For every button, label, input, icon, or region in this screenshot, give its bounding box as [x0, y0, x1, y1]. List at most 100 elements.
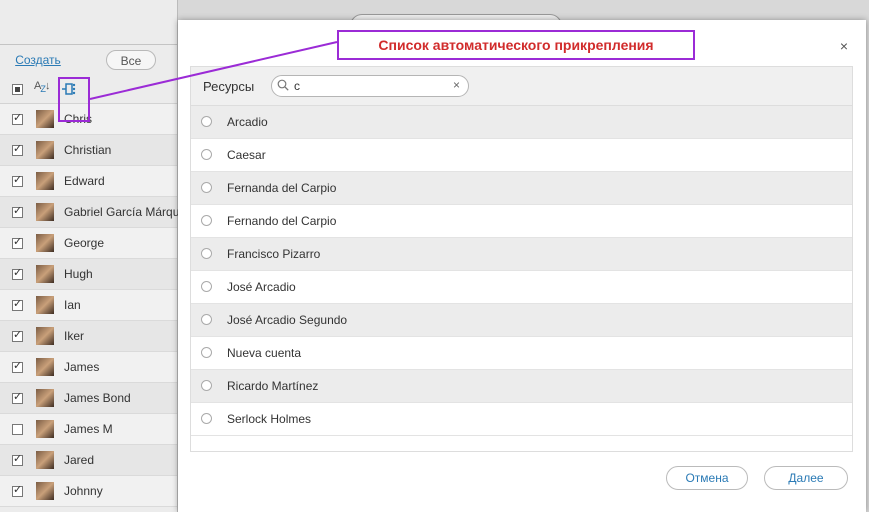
- resource-checkbox[interactable]: [12, 297, 23, 311]
- resource-checkbox[interactable]: [12, 328, 23, 342]
- annotation-callout: Список автоматического прикрепления: [337, 30, 695, 60]
- option-radio[interactable]: [201, 281, 212, 292]
- avatar: [36, 482, 54, 500]
- resource-name: Jared: [64, 453, 95, 467]
- resource-checkbox[interactable]: [12, 142, 23, 156]
- filter-label: Ресурсы: [203, 79, 255, 94]
- resource-list: ChrisChristianEdwardGabriel García Márqu…: [0, 104, 192, 507]
- option-radio[interactable]: [201, 215, 212, 226]
- resource-name: Edward: [64, 174, 105, 188]
- option-label: Fernanda del Carpio: [227, 181, 337, 195]
- sidebar-actions: Создать Все: [0, 45, 177, 75]
- clear-icon[interactable]: ×: [453, 78, 460, 92]
- option-label: José Arcadio Segundo: [227, 313, 348, 327]
- option-row[interactable]: Francisco Pizarro: [191, 238, 852, 271]
- option-label: Ricardo Martínez: [227, 379, 319, 393]
- avatar: [36, 265, 54, 283]
- resource-row[interactable]: Jared: [0, 445, 177, 476]
- resource-name: Ian: [64, 298, 81, 312]
- resource-row[interactable]: Ian: [0, 290, 177, 321]
- resource-row[interactable]: Gabriel García Márquez: [0, 197, 192, 228]
- avatar: [36, 110, 54, 128]
- resource-row[interactable]: James M: [0, 414, 177, 445]
- resource-row[interactable]: Edward: [0, 166, 177, 197]
- create-button[interactable]: Создать: [12, 50, 64, 70]
- option-label: Caesar: [227, 148, 266, 162]
- option-row[interactable]: José Arcadio: [191, 271, 852, 304]
- close-icon[interactable]: ×: [840, 38, 848, 54]
- avatar: [36, 172, 54, 190]
- option-radio[interactable]: [201, 380, 212, 391]
- options-list: Arcadio Caesar Fernanda del Carpio Fernando…: [191, 106, 852, 436]
- resource-checkbox[interactable]: [12, 173, 23, 187]
- resource-checkbox[interactable]: [12, 424, 23, 435]
- resource-row[interactable]: James: [0, 352, 177, 383]
- option-label: Francisco Pizarro: [227, 247, 321, 261]
- option-row[interactable]: Ricardo Martínez: [191, 370, 852, 403]
- resource-checkbox[interactable]: [12, 111, 23, 125]
- select-all-checkbox[interactable]: [12, 84, 23, 95]
- resource-checkbox[interactable]: [12, 266, 23, 280]
- auto-attach-highlight: [58, 77, 90, 122]
- resource-checkbox[interactable]: [12, 483, 23, 497]
- option-row[interactable]: Caesar: [191, 139, 852, 172]
- sort-az-icon[interactable]: AZ↓: [34, 80, 50, 94]
- option-label: Arcadio: [227, 115, 268, 129]
- option-row[interactable]: José Arcadio Segundo: [191, 304, 852, 337]
- resource-row[interactable]: Christian: [0, 135, 177, 166]
- resource-name: James Bond: [64, 391, 131, 405]
- search-icon: [277, 79, 289, 91]
- auto-attach-dialog: × Ресурсы c × Arcadio Caesar Fernanda del …: [178, 20, 866, 512]
- option-label: Fernando del Carpio: [227, 214, 337, 228]
- resource-row[interactable]: George: [0, 228, 177, 259]
- all-filter-button[interactable]: Все: [106, 50, 156, 70]
- option-row[interactable]: Fernando del Carpio: [191, 205, 852, 238]
- avatar: [36, 141, 54, 159]
- option-radio[interactable]: [201, 347, 212, 358]
- avatar: [36, 203, 54, 221]
- avatar: [36, 451, 54, 469]
- option-row[interactable]: Serlock Holmes: [191, 403, 852, 436]
- option-label: José Arcadio: [227, 280, 296, 294]
- resource-row[interactable]: Johnny: [0, 476, 177, 507]
- annotation-text: Список автоматического прикрепления: [378, 37, 654, 53]
- resource-name: Hugh: [64, 267, 93, 281]
- resource-name: James: [64, 360, 100, 374]
- avatar: [36, 296, 54, 314]
- option-radio[interactable]: [201, 149, 212, 160]
- resource-checkbox[interactable]: [12, 235, 23, 249]
- resource-name: Johnny: [64, 484, 103, 498]
- next-button[interactable]: Далее: [764, 466, 848, 490]
- filter-bar: Ресурсы c ×: [191, 67, 852, 106]
- resource-checkbox[interactable]: [12, 359, 23, 373]
- resource-checkbox[interactable]: [12, 452, 23, 466]
- resource-row[interactable]: Iker: [0, 321, 177, 352]
- option-radio[interactable]: [201, 182, 212, 193]
- avatar: [36, 420, 54, 438]
- resource-name: Iker: [64, 329, 85, 343]
- option-row[interactable]: Arcadio: [191, 106, 852, 139]
- avatar: [36, 327, 54, 345]
- avatar: [36, 234, 54, 252]
- option-radio[interactable]: [201, 413, 212, 424]
- resource-name: Christian: [64, 143, 112, 157]
- sidebar-header: [0, 0, 177, 45]
- option-label: Nueva cuenta: [227, 346, 302, 360]
- option-radio[interactable]: [201, 248, 212, 259]
- resource-checkbox[interactable]: [12, 390, 23, 404]
- option-radio[interactable]: [201, 116, 212, 127]
- option-row[interactable]: Fernanda del Carpio: [191, 172, 852, 205]
- option-row[interactable]: Nueva cuenta: [191, 337, 852, 370]
- resource-name: Gabriel García Márquez: [64, 205, 193, 219]
- resource-checkbox[interactable]: [12, 204, 23, 218]
- option-radio[interactable]: [201, 314, 212, 325]
- resource-row[interactable]: Hugh: [0, 259, 177, 290]
- search-value[interactable]: c: [294, 79, 300, 93]
- resource-name: George: [64, 236, 105, 250]
- search-input[interactable]: c ×: [271, 75, 469, 97]
- avatar: [36, 389, 54, 407]
- avatar: [36, 358, 54, 376]
- option-label: Serlock Holmes: [227, 412, 312, 426]
- cancel-button[interactable]: Отмена: [666, 466, 748, 490]
- resource-row[interactable]: James Bond: [0, 383, 177, 414]
